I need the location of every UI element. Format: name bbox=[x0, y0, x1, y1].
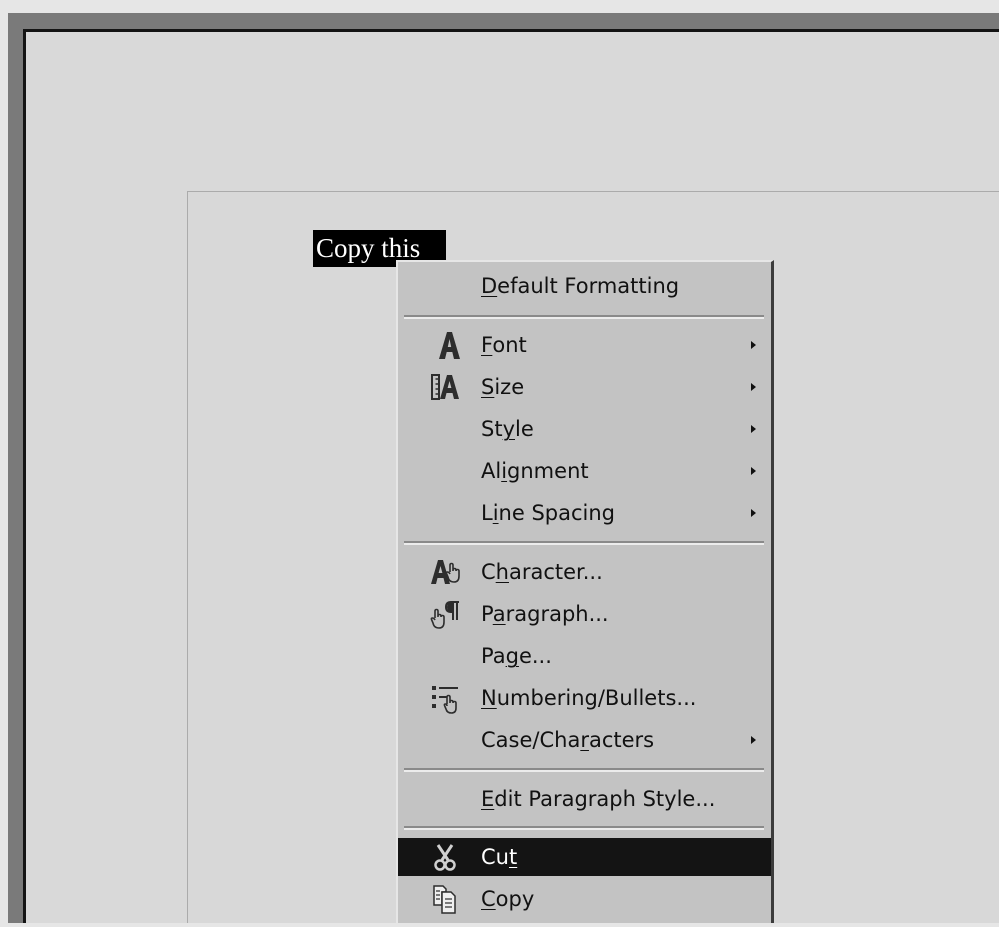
menu-item-label: Copy bbox=[481, 887, 535, 911]
numbering-bullets-icon bbox=[428, 682, 464, 714]
menu-separator bbox=[404, 768, 764, 772]
context-menu: Default Formatting Font Size Style Align… bbox=[396, 260, 774, 923]
menu-item-label: Cut bbox=[481, 845, 518, 869]
menu-item-alignment[interactable]: Alignment bbox=[398, 452, 771, 490]
scissors-icon bbox=[428, 841, 464, 873]
menu-item-label: Line Spacing bbox=[481, 501, 616, 525]
submenu-arrow-icon bbox=[751, 383, 756, 391]
menu-item-copy[interactable]: Copy bbox=[398, 880, 771, 918]
menu-item-label: Page... bbox=[481, 644, 552, 668]
menu-item-label: Style bbox=[481, 417, 534, 441]
menu-item-line-spacing[interactable]: Line Spacing bbox=[398, 494, 771, 532]
menu-item-label: Edit Paragraph Style... bbox=[481, 787, 716, 811]
paragraph-dialog-icon bbox=[428, 598, 464, 630]
submenu-arrow-icon bbox=[751, 509, 756, 517]
submenu-arrow-icon bbox=[751, 425, 756, 433]
menu-item-cut[interactable]: Cut bbox=[398, 838, 771, 876]
menu-item-font[interactable]: Font bbox=[398, 326, 771, 364]
font-icon bbox=[428, 329, 464, 361]
copy-icon bbox=[428, 883, 464, 915]
submenu-arrow-icon bbox=[751, 467, 756, 475]
menu-separator bbox=[404, 315, 764, 319]
menu-item-edit-paragraph-style[interactable]: Edit Paragraph Style... bbox=[398, 780, 771, 818]
menu-item-style[interactable]: Style bbox=[398, 410, 771, 448]
menu-item-numbering-bullets[interactable]: Numbering/Bullets... bbox=[398, 679, 771, 717]
menu-item-default-formatting[interactable]: Default Formatting bbox=[398, 267, 771, 305]
menu-item-paragraph[interactable]: Paragraph... bbox=[398, 595, 771, 633]
menu-item-label: Alignment bbox=[481, 459, 589, 483]
menu-item-label: Character... bbox=[481, 560, 603, 584]
menu-item-character[interactable]: Character... bbox=[398, 553, 771, 591]
font-size-icon bbox=[428, 371, 464, 403]
submenu-arrow-icon bbox=[751, 341, 756, 349]
menu-separator bbox=[404, 826, 764, 830]
menu-item-label: Size bbox=[481, 375, 525, 399]
menu-item-page[interactable]: Page... bbox=[398, 637, 771, 675]
menu-separator bbox=[404, 541, 764, 545]
menu-item-size[interactable]: Size bbox=[398, 368, 771, 406]
menu-item-label: Paragraph... bbox=[481, 602, 609, 626]
menu-item-label: Default Formatting bbox=[481, 274, 680, 298]
submenu-arrow-icon bbox=[751, 736, 756, 744]
menu-item-case-characters[interactable]: Case/Characters bbox=[398, 721, 771, 759]
menu-item-label: Font bbox=[481, 333, 527, 357]
character-dialog-icon bbox=[428, 556, 464, 588]
menu-item-label: Case/Characters bbox=[481, 728, 655, 752]
menu-item-label: Numbering/Bullets... bbox=[481, 686, 697, 710]
